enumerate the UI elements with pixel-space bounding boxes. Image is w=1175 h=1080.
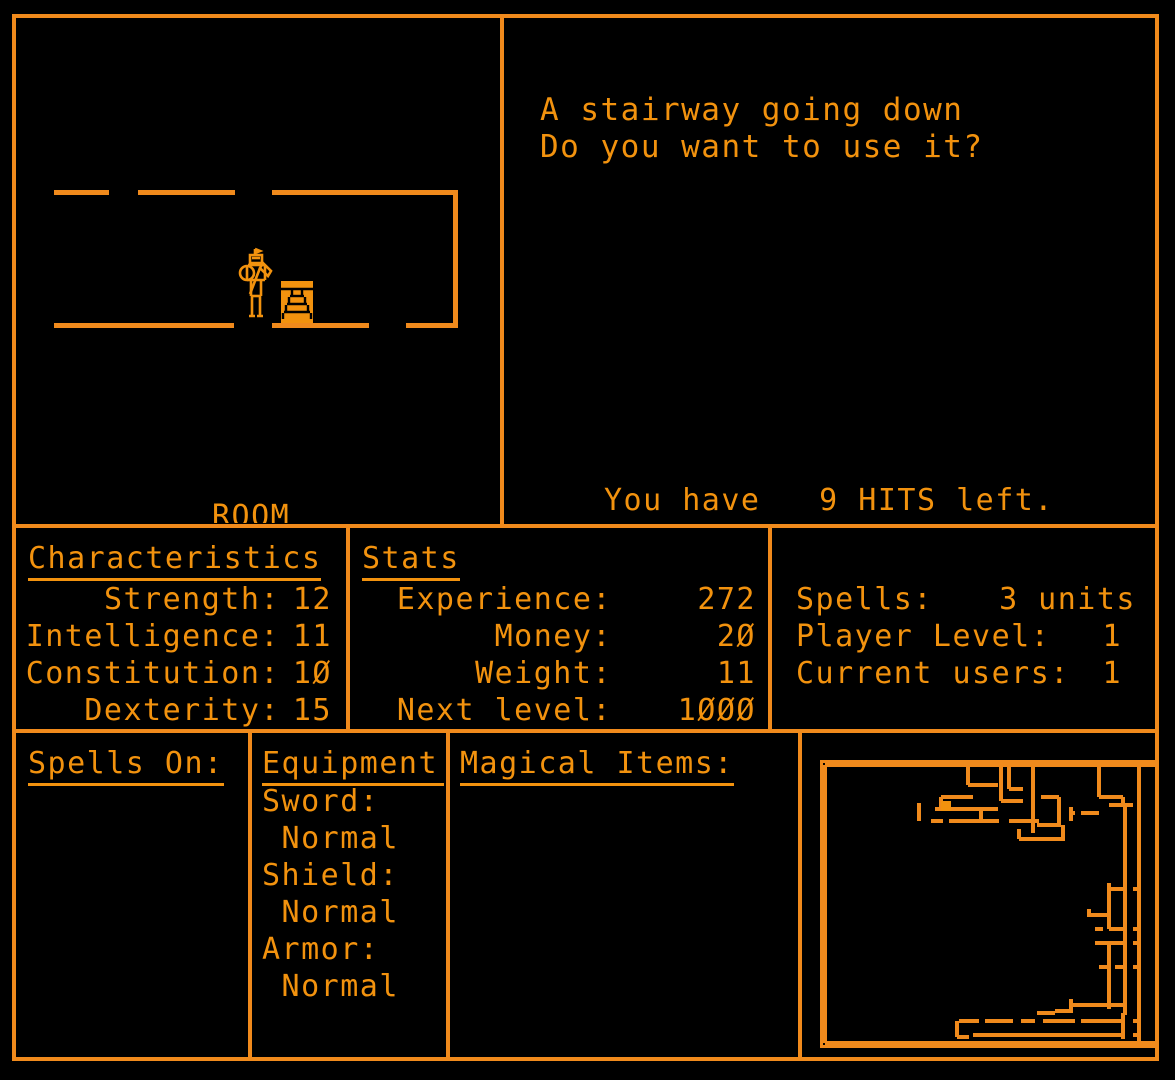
stat-label: Weight: (475, 656, 612, 691)
player-info-row: Spells: 3 units (796, 581, 1136, 618)
characteristics-row: Dexterity: 15 (28, 692, 332, 728)
stat-value: 1Ø (292, 656, 332, 691)
stats-title: Stats (362, 540, 460, 581)
magical-items-title: Magical Items: (460, 745, 734, 786)
equipment-slot: Armor: (262, 932, 380, 967)
stat-value: 272 (697, 582, 756, 617)
wall-segment (54, 323, 234, 328)
stat-label: Dexterity: (84, 693, 280, 728)
wall-segment (138, 190, 235, 195)
stats-row: Weight: 11 (362, 655, 756, 692)
stats-row: Next level: 1ØØØ (362, 692, 756, 728)
game-screen: ROOM A stairway going down Do you want t… (0, 0, 1175, 1080)
stat-label: Intelligence: (25, 619, 280, 654)
room-view-panel[interactable]: ROOM (16, 18, 500, 523)
info-label: Player Level: (796, 619, 1051, 654)
characteristics-panel: Characteristics Strength: 12 Intelligenc… (16, 528, 344, 728)
equipment-quality: Normal (262, 969, 399, 1004)
stat-value: 11 (292, 619, 332, 654)
equipment-panel: Equipment: Sword: Normal Shield: Normal … (252, 733, 444, 1061)
info-value: 1 (1102, 656, 1122, 691)
stat-value: 12 (292, 582, 332, 617)
equipment-slot: Shield: (262, 858, 399, 893)
minimap-frame (820, 760, 1158, 1048)
characteristics-title: Characteristics (28, 540, 322, 581)
info-label: Spells: (796, 582, 933, 617)
stat-label: Next level: (396, 693, 612, 728)
stat-value: 11 (716, 656, 756, 691)
spells-on-title: Spells On: (28, 745, 224, 786)
stats-panel: Stats Experience: 272 Money: 2Ø Weight: … (350, 528, 768, 728)
magical-items-panel: Magical Items: (450, 733, 796, 1061)
message-line-1: A stairway going down (540, 92, 964, 128)
room-label: ROOM (212, 499, 291, 523)
dungeon-minimap[interactable] (823, 763, 1155, 1045)
knight-sprite (238, 247, 273, 318)
equipment-quality: Normal (262, 821, 399, 856)
stats-row: Experience: 272 (362, 581, 756, 618)
message-line-2: Do you want to use it? (540, 129, 984, 165)
wall-segment (272, 190, 458, 195)
stat-label: Constitution: (25, 656, 280, 691)
stat-label: Money: (494, 619, 612, 654)
player-info-row: Player Level: 1 (796, 618, 1136, 655)
player-info-row: Current users: 1 (796, 655, 1136, 692)
equipment-slot: Sword: (262, 784, 380, 819)
player-info-panel: Spells: 3 units Player Level: 1 Current … (772, 528, 1159, 728)
info-value: 3 units (999, 582, 1136, 617)
stairs-down-icon (281, 281, 313, 323)
info-value: 1 (1102, 619, 1122, 654)
spells-on-panel: Spells On: (16, 733, 246, 1061)
message-panel: A stairway going down Do you want to use… (540, 92, 984, 166)
characteristics-row: Strength: 12 (28, 581, 332, 618)
characteristics-row: Constitution: 1Ø (25, 655, 332, 692)
player-position-marker (941, 801, 951, 811)
stat-value: 2Ø (716, 619, 756, 654)
equipment-title: Equipment: (262, 745, 444, 786)
equipment-quality: Normal (262, 895, 399, 930)
stat-label: Strength: (103, 582, 280, 617)
characteristics-row: Intelligence: 11 (25, 618, 332, 655)
stats-row: Money: 2Ø (362, 618, 756, 655)
wall-segment (54, 190, 109, 195)
wall-segment (406, 323, 458, 328)
hits-status: You have 9 HITS left. (604, 483, 1054, 518)
stat-label: Experience: (396, 582, 612, 617)
info-label: Current users: (796, 656, 1070, 691)
stat-value: 15 (292, 693, 332, 728)
divider-room-message (500, 14, 504, 528)
minimap-panel[interactable] (802, 733, 1159, 1061)
wall-segment (453, 190, 458, 328)
stat-value: 1ØØØ (677, 693, 756, 728)
